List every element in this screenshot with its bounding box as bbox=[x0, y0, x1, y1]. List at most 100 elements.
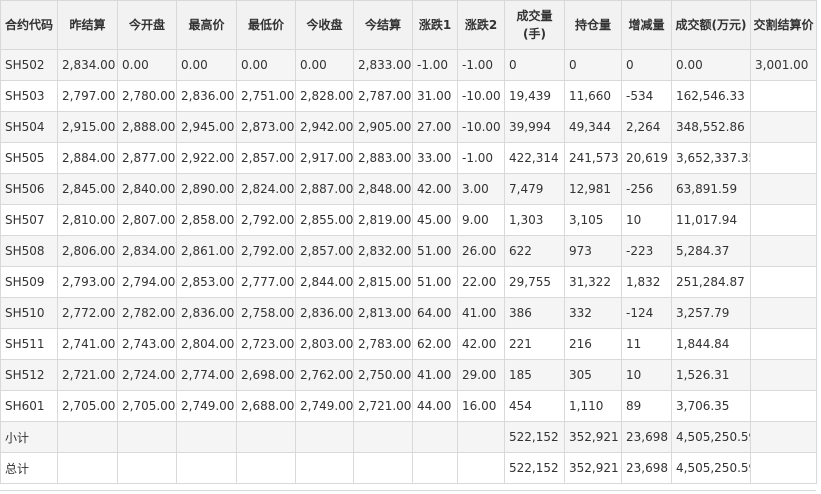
table-cell: 305 bbox=[564, 359, 622, 391]
table-cell: 2,834.00 bbox=[57, 49, 118, 81]
table-cell: 2,780.00 bbox=[117, 80, 177, 112]
table-cell: 2,828.00 bbox=[295, 80, 354, 112]
table-row: 总计 522,152 352,921 23,698 4,505,250.59 bbox=[0, 452, 817, 484]
table-cell: 45.00 bbox=[412, 204, 458, 236]
table-cell: 2,777.00 bbox=[236, 266, 296, 298]
column-header: 成交额(万元) bbox=[671, 0, 751, 50]
table-cell: 33.00 bbox=[412, 142, 458, 174]
contract-code-cell: SH507 bbox=[0, 204, 58, 236]
table-cell: 2,840.00 bbox=[117, 173, 177, 205]
table-cell: -256 bbox=[621, 173, 672, 205]
table-cell: 2,832.00 bbox=[353, 235, 413, 267]
contract-code-cell: SH502 bbox=[0, 49, 58, 81]
contract-code-cell: SH509 bbox=[0, 266, 58, 298]
contract-code-cell: SH504 bbox=[0, 111, 58, 143]
table-cell: -1.00 bbox=[457, 142, 505, 174]
table-cell: 2,945.00 bbox=[176, 111, 237, 143]
table-cell: 422,314 bbox=[504, 142, 565, 174]
table-cell: -1.00 bbox=[412, 49, 458, 81]
table-cell bbox=[236, 421, 296, 453]
column-header: 今开盘 bbox=[117, 0, 177, 50]
table-cell: -10.00 bbox=[457, 80, 505, 112]
table-cell: 3.00 bbox=[457, 173, 505, 205]
table-cell: 2,751.00 bbox=[236, 80, 296, 112]
table-cell: 2,705.00 bbox=[117, 390, 177, 422]
table-cell bbox=[457, 452, 505, 484]
table-cell: 2,806.00 bbox=[57, 235, 118, 267]
table-cell: 0 bbox=[621, 49, 672, 81]
table-cell bbox=[353, 421, 413, 453]
table-cell: 2,884.00 bbox=[57, 142, 118, 174]
table-cell: 41.00 bbox=[457, 297, 505, 329]
table-cell: 1,832 bbox=[621, 266, 672, 298]
table-cell: 2,922.00 bbox=[176, 142, 237, 174]
table-cell: 2,844.00 bbox=[295, 266, 354, 298]
table-row: SH601 2,705.00 2,705.00 2,749.00 2,688.00 2,7… bbox=[0, 390, 817, 422]
table-cell: 12,981 bbox=[564, 173, 622, 205]
table-cell: 2,883.00 bbox=[353, 142, 413, 174]
table-cell: 39,994 bbox=[504, 111, 565, 143]
table-cell: 51.00 bbox=[412, 235, 458, 267]
table-cell: 2,688.00 bbox=[236, 390, 296, 422]
table-row: SH512 2,721.00 2,724.00 2,774.00 2,698.00 2,7… bbox=[0, 359, 817, 391]
table-cell: 2,741.00 bbox=[57, 328, 118, 360]
table-cell: 522,152 bbox=[504, 421, 565, 453]
contract-code-cell: SH511 bbox=[0, 328, 58, 360]
table-row: SH510 2,772.00 2,782.00 2,836.00 2,758.00 2,8… bbox=[0, 297, 817, 329]
table-cell: 23,698 bbox=[621, 421, 672, 453]
column-header: 增减量 bbox=[621, 0, 672, 50]
table-cell bbox=[750, 111, 817, 143]
contract-code-cell: SH506 bbox=[0, 173, 58, 205]
table-cell: 0.00 bbox=[295, 49, 354, 81]
contract-code-cell: SH510 bbox=[0, 297, 58, 329]
table-cell: 0.00 bbox=[671, 49, 751, 81]
table-cell: 3,257.79 bbox=[671, 297, 751, 329]
table-cell: 2,264 bbox=[621, 111, 672, 143]
table-cell: 2,743.00 bbox=[117, 328, 177, 360]
table-cell: 3,001.00 bbox=[750, 49, 817, 81]
table-cell: 2,797.00 bbox=[57, 80, 118, 112]
column-header: 合约代码 bbox=[0, 0, 58, 50]
table-cell bbox=[295, 452, 354, 484]
table-cell: 2,774.00 bbox=[176, 359, 237, 391]
table-cell: 5,284.37 bbox=[671, 235, 751, 267]
table-cell bbox=[750, 266, 817, 298]
table-cell: 2,905.00 bbox=[353, 111, 413, 143]
table-cell: 26.00 bbox=[457, 235, 505, 267]
column-header: 涨跌1 bbox=[412, 0, 458, 50]
table-cell bbox=[750, 390, 817, 422]
table-cell: 63,891.59 bbox=[671, 173, 751, 205]
column-header: 今收盘 bbox=[295, 0, 354, 50]
table-cell: 2,815.00 bbox=[353, 266, 413, 298]
table-cell: 2,749.00 bbox=[176, 390, 237, 422]
table-cell: 2,855.00 bbox=[295, 204, 354, 236]
table-cell: 454 bbox=[504, 390, 565, 422]
table-cell: 0.00 bbox=[117, 49, 177, 81]
column-header: 最低价 bbox=[236, 0, 296, 50]
table-cell bbox=[750, 328, 817, 360]
table-cell bbox=[353, 452, 413, 484]
column-header: 昨结算 bbox=[57, 0, 118, 50]
column-header: 涨跌2 bbox=[457, 0, 505, 50]
table-cell bbox=[412, 452, 458, 484]
table-cell: 64.00 bbox=[412, 297, 458, 329]
table-cell bbox=[57, 452, 118, 484]
table-cell: 2,698.00 bbox=[236, 359, 296, 391]
contract-code-cell: SH503 bbox=[0, 80, 58, 112]
page: 合约代码 昨结算 今开盘 最高价 最低价 今收盘 今结算 涨跌1 涨跌2 成交量(手) 持仓量 增减量… bbox=[0, 0, 821, 494]
table-cell: 2,782.00 bbox=[117, 297, 177, 329]
table-cell: 2,794.00 bbox=[117, 266, 177, 298]
table-cell: 2,804.00 bbox=[176, 328, 237, 360]
table-cell: 2,762.00 bbox=[295, 359, 354, 391]
table-cell: 2,749.00 bbox=[295, 390, 354, 422]
table-cell: 251,284.87 bbox=[671, 266, 751, 298]
table-cell: 348,552.86 bbox=[671, 111, 751, 143]
table-cell: 332 bbox=[564, 297, 622, 329]
table-cell: 11,660 bbox=[564, 80, 622, 112]
column-header: 今结算 bbox=[353, 0, 413, 50]
table-cell: 2,787.00 bbox=[353, 80, 413, 112]
table-cell: 2,793.00 bbox=[57, 266, 118, 298]
table-cell: 2,845.00 bbox=[57, 173, 118, 205]
table-cell: 1,844.84 bbox=[671, 328, 751, 360]
table-cell bbox=[750, 421, 817, 453]
